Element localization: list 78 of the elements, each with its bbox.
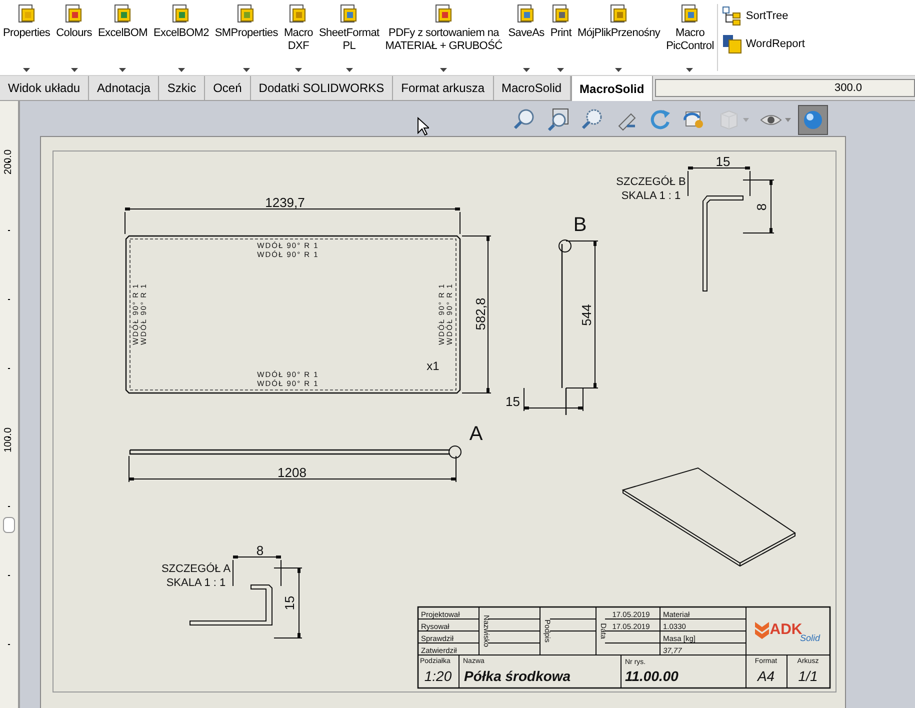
detail-title: SZCZEGÓŁ A	[161, 563, 231, 575]
caret-icon	[743, 118, 749, 122]
toolbar-button[interactable]: Print	[547, 0, 574, 75]
toolbar-button[interactable]: Colours	[53, 0, 95, 75]
document-icon	[339, 4, 360, 24]
document-icon	[112, 4, 133, 24]
detail-label: B	[573, 214, 587, 236]
detail-title: SZCZEGÓŁ B	[616, 176, 686, 188]
dimension-text: 15	[506, 394, 520, 409]
drawing-number: 11.00.00	[625, 668, 678, 684]
dimension-text: 1208	[278, 465, 306, 480]
toolbar-button[interactable]: SMProperties	[212, 0, 281, 75]
appearance-button[interactable]	[798, 105, 828, 135]
caret-icon	[686, 68, 694, 72]
caret-icon	[23, 68, 30, 72]
document-icon	[288, 4, 308, 24]
toolbar-button[interactable]: SaveAs	[505, 0, 548, 75]
drawing-name: Półka środkowa	[464, 668, 571, 684]
dimension-text: 15	[716, 154, 730, 169]
toolbar-button[interactable]: ExcelBOM2	[150, 0, 212, 75]
rotate-icon	[649, 108, 673, 132]
document-icon	[16, 4, 37, 24]
caret-icon	[178, 68, 185, 72]
caret-icon	[785, 118, 791, 122]
dimension-text: 544	[579, 304, 594, 326]
dimension-text: 8	[256, 543, 264, 558]
toolbar-button[interactable]: SortTree	[722, 4, 809, 28]
tab[interactable]: MacroSolid	[570, 76, 654, 101]
toolbar-button[interactable]: MójPlikPrzenośny	[574, 0, 664, 75]
detail-scale: SKALA 1 : 1	[166, 577, 226, 589]
toolbar-button[interactable]: ExcelBOM	[94, 0, 151, 75]
ruler-handle[interactable]	[3, 517, 15, 533]
cursor-icon	[417, 117, 429, 136]
logo-text: ADK	[770, 621, 802, 638]
caret-icon	[70, 68, 78, 72]
toolbar-button[interactable]: WordReport	[722, 32, 809, 56]
detail-circle	[448, 446, 462, 458]
sheet-value: 1/1	[798, 668, 818, 684]
detail-label: A	[469, 423, 483, 445]
document-icon	[680, 4, 700, 24]
caret-icon	[440, 68, 448, 72]
document-icon	[236, 4, 256, 24]
caret-icon	[522, 68, 530, 72]
document-icon	[516, 4, 536, 24]
dimension-text: 15	[282, 596, 297, 610]
ruler-label: 200.0	[3, 148, 15, 177]
format-value: A4	[757, 668, 775, 684]
caret-icon	[294, 68, 302, 72]
scale-value: 1:20	[424, 668, 452, 684]
dimension-text: 1239,7	[265, 195, 305, 210]
logo-chevron-icon	[755, 622, 769, 639]
detail-scale: SKALA 1 : 1	[621, 190, 681, 202]
caret-icon	[557, 68, 564, 72]
tree-icon	[722, 6, 742, 26]
detail-circle	[558, 240, 572, 252]
caret-icon	[615, 68, 622, 72]
quantity-text: x1	[426, 359, 440, 373]
document-icon	[434, 4, 454, 24]
toolbar-button[interactable]: Properties	[0, 0, 54, 75]
toolbar-button[interactable]: Macro PicControl	[663, 0, 717, 75]
toolbar-button[interactable]: Macro DXF	[280, 0, 316, 75]
document-icon	[550, 4, 571, 24]
logo-subtext: Solid	[800, 633, 820, 643]
document-icon	[64, 4, 84, 24]
toolbar-button[interactable]: PDFy z sortowaniem na MATERIAŁ + GRUBOŚĆ	[382, 0, 506, 75]
caret-icon	[119, 68, 126, 72]
dimension-text: 8	[754, 203, 769, 211]
sphere-icon	[801, 108, 825, 132]
ruler-label: 100.0	[3, 426, 15, 455]
document-icon	[171, 4, 192, 24]
ruler-label: 300.0	[834, 81, 862, 96]
dimension-text: 582,8	[473, 298, 488, 330]
toolbar-button[interactable]: SheetFormat PL	[316, 0, 382, 75]
document-icon	[722, 34, 742, 54]
document-icon	[608, 4, 629, 24]
caret-icon	[346, 68, 353, 72]
caret-icon	[242, 68, 250, 72]
magnifier-icon	[547, 108, 571, 132]
